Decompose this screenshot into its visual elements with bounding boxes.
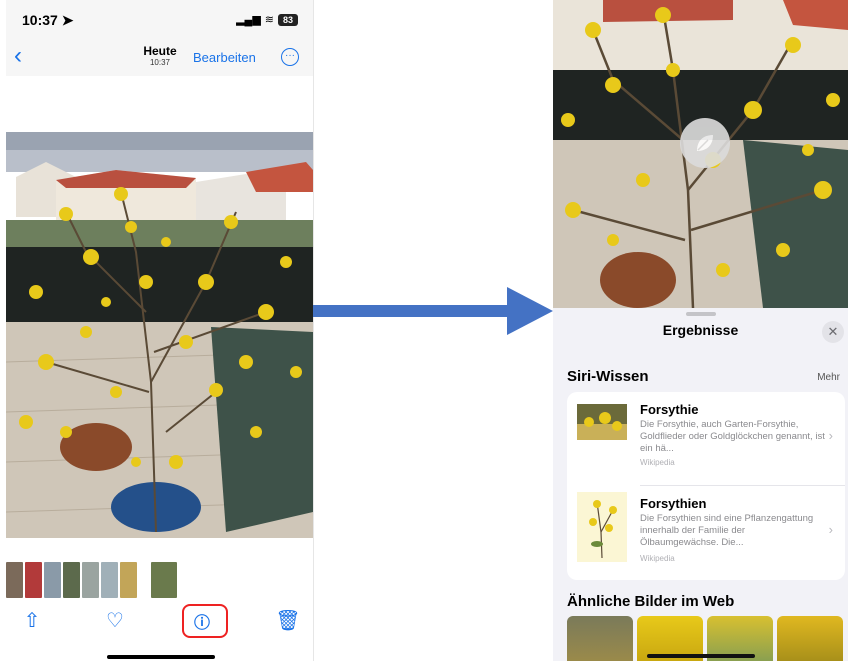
thumbnail[interactable] (101, 562, 118, 598)
main-photo[interactable] (6, 132, 313, 538)
signal-icon: ▂▄▆ (236, 14, 261, 26)
nav-bar: ‹ Heute 10:37 Bearbeiten ··· (6, 40, 313, 76)
status-indicators: ▂▄▆ ≋ 83 (236, 13, 298, 26)
nav-title-main: Heute (143, 44, 177, 58)
thumbnail[interactable] (25, 562, 42, 598)
leaf-icon-glyph (697, 135, 713, 151)
chevron-right-icon: › (828, 428, 833, 443)
nav-title-sub: 10:37 (149, 58, 171, 67)
result-row[interactable]: Forsythie Die Forsythie, auch Garten-For… (567, 392, 845, 485)
visual-lookup-icon: ⓘ (194, 615, 211, 632)
bottom-toolbar: ⇧ ♡ ⓘ 🗑 (6, 602, 313, 642)
result-description: Die Forsythien sind eine Pflanzengattung… (640, 513, 814, 548)
status-time: 10:37 ➤ (22, 12, 74, 28)
status-bar: 10:37 ➤ ▂▄▆ ≋ 83 (6, 0, 313, 40)
share-icon[interactable]: ⇧ (18, 608, 46, 633)
web-image[interactable] (567, 616, 633, 661)
similar-web-images-heading: Ähnliche Bilder im Web (567, 593, 735, 610)
sheet-title: Ergebnisse (662, 322, 739, 338)
result-row[interactable]: Forsythien Die Forsythien sind eine Pfla… (567, 486, 845, 579)
more-link[interactable]: Mehr (817, 372, 840, 383)
thumbnail[interactable] (120, 562, 137, 598)
left-phone-screen: 10:37 ➤ ▂▄▆ ≋ 83 ‹ Heute 10:37 Bearbeite… (6, 0, 314, 661)
result-description: Die Forsythie, auch Garten-Forsythie, Go… (640, 419, 825, 454)
result-thumbnail (577, 404, 627, 440)
edit-button[interactable]: Bearbeiten (193, 50, 256, 65)
result-title: Forsythie (640, 402, 699, 417)
location-arrow-icon: ➤ (61, 12, 74, 28)
thumbnail-current[interactable] (151, 562, 177, 598)
thumbnail[interactable] (6, 562, 23, 598)
results-sheet: Ergebnisse ✕ Siri-Wissen Mehr Forsythie … (553, 308, 848, 661)
arrow-icon (313, 287, 553, 335)
visual-lookup-button[interactable]: ⓘ (182, 604, 228, 638)
back-chevron-icon[interactable]: ‹ (14, 42, 22, 70)
thumbnail-strip[interactable] (6, 562, 179, 598)
close-icon[interactable]: ✕ (822, 321, 844, 343)
ellipsis-icon[interactable]: ··· (281, 48, 299, 66)
home-indicator (107, 655, 215, 659)
home-indicator (647, 654, 755, 658)
right-phone-screen: Ergebnisse ✕ Siri-Wissen Mehr Forsythie … (553, 0, 848, 661)
siri-knowledge-heading: Siri-Wissen (567, 368, 649, 385)
thumbnail[interactable] (63, 562, 80, 598)
result-source: Wikipedia (640, 554, 675, 563)
leaf-icon[interactable] (680, 118, 730, 168)
heart-icon[interactable]: ♡ (101, 608, 129, 633)
nav-title: Heute 10:37 (134, 44, 186, 67)
trash-icon[interactable]: 🗑 (274, 608, 302, 633)
web-image[interactable] (777, 616, 843, 661)
thumbnail[interactable] (82, 562, 99, 598)
chevron-right-icon: › (828, 522, 833, 537)
wifi-icon: ≋ (264, 14, 274, 26)
result-source: Wikipedia (640, 458, 675, 467)
results-card: Forsythie Die Forsythie, auch Garten-For… (567, 392, 845, 580)
result-title: Forsythien (640, 496, 707, 511)
thumbnail[interactable] (44, 562, 61, 598)
result-thumbnail (577, 492, 627, 562)
sheet-grabber[interactable] (686, 312, 716, 316)
battery-icon: 83 (278, 13, 298, 26)
